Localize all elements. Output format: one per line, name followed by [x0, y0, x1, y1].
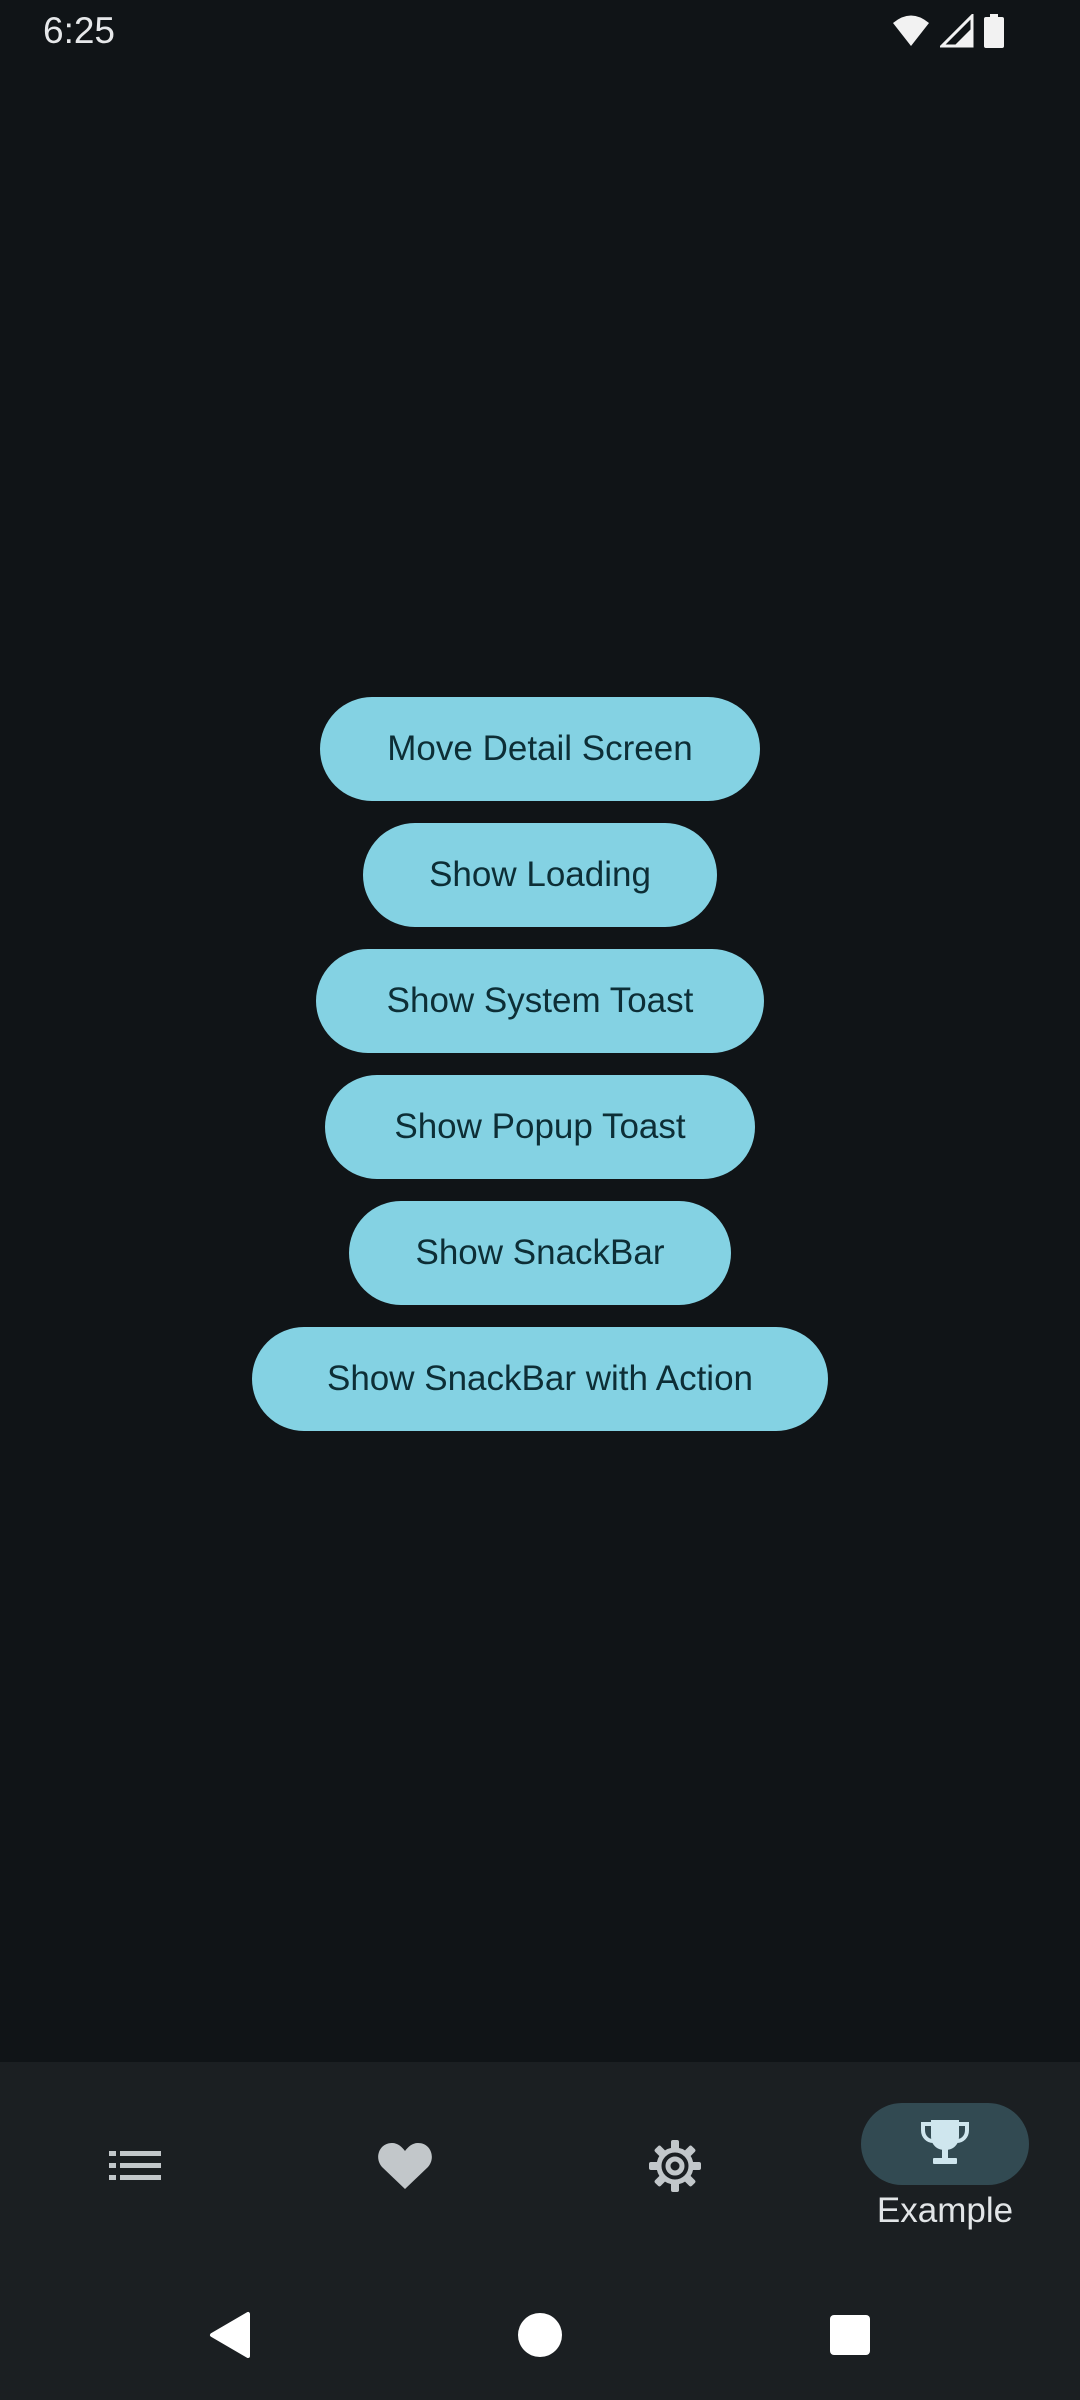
- action-button-list: Move Detail Screen Show Loading Show Sys…: [0, 697, 1080, 1431]
- move-detail-screen-button[interactable]: Move Detail Screen: [320, 697, 760, 801]
- app-screen: 6:25 Move Detail Screen Show Loading Sho…: [0, 0, 1080, 2400]
- nav-item-list[interactable]: [0, 2062, 270, 2274]
- home-button[interactable]: [480, 2274, 600, 2400]
- nav-item-settings[interactable]: [540, 2062, 810, 2274]
- status-bar: 6:25: [0, 0, 1080, 64]
- active-indicator: [861, 2103, 1029, 2185]
- battery-icon: [984, 14, 1004, 53]
- show-system-toast-button[interactable]: Show System Toast: [316, 949, 764, 1053]
- cellular-signal-icon: [938, 12, 974, 53]
- list-icon: [109, 2146, 161, 2191]
- nav-item-favorites[interactable]: [270, 2062, 540, 2274]
- wifi-icon: [892, 14, 930, 53]
- bottom-navigation-bar: Example: [0, 2062, 1080, 2274]
- back-icon: [208, 2311, 252, 2364]
- show-snackbar-with-action-button[interactable]: Show SnackBar with Action: [252, 1327, 828, 1431]
- recents-button[interactable]: [790, 2274, 910, 2400]
- recents-icon: [829, 2314, 871, 2361]
- nav-label-example: Example: [876, 2191, 1014, 2230]
- show-popup-toast-button[interactable]: Show Popup Toast: [325, 1075, 755, 1179]
- home-icon: [517, 2312, 563, 2363]
- status-icons: [892, 12, 1004, 53]
- show-snackbar-button[interactable]: Show SnackBar: [349, 1201, 731, 1305]
- nav-item-example[interactable]: Example: [810, 2062, 1080, 2274]
- status-time: 6:25: [43, 10, 116, 51]
- trophy-icon: [920, 2117, 970, 2172]
- gear-icon: [647, 2138, 703, 2199]
- heart-icon: [377, 2141, 433, 2196]
- back-button[interactable]: [170, 2274, 290, 2400]
- show-loading-button[interactable]: Show Loading: [363, 823, 717, 927]
- system-navigation-bar: [0, 2274, 1080, 2400]
